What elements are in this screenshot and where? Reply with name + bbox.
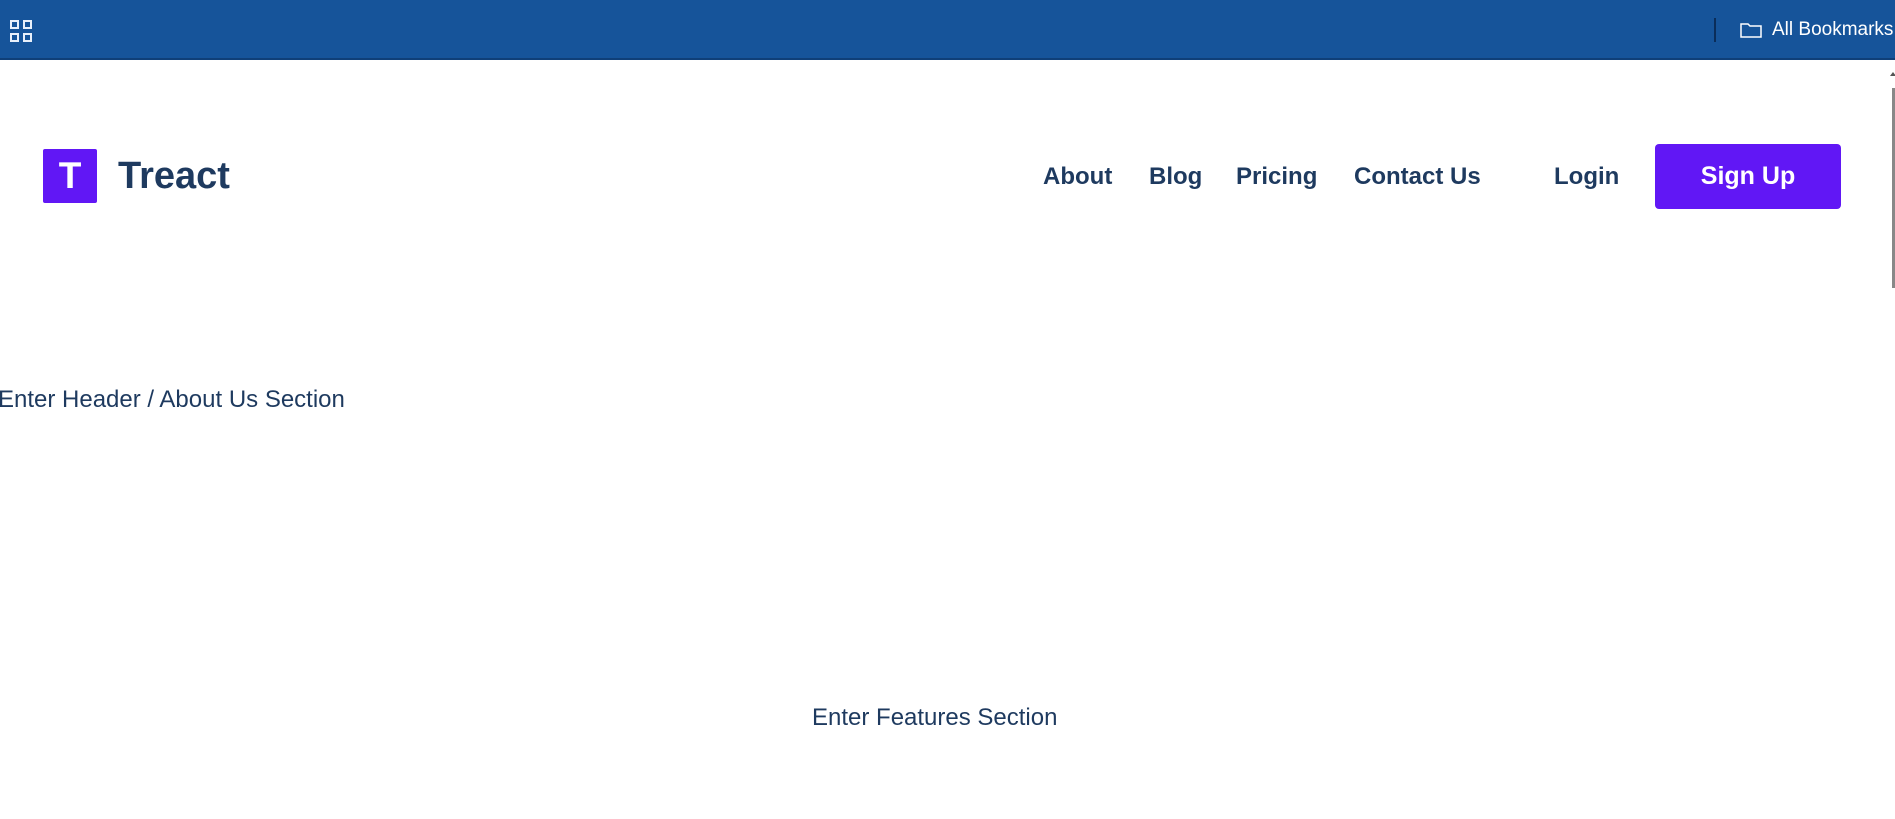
- features-section-placeholder: Enter Features Section: [812, 704, 1058, 731]
- logo-icon[interactable]: T: [43, 149, 97, 203]
- header-section-placeholder: Enter Header / About Us Section: [0, 386, 345, 413]
- folder-icon: [1740, 23, 1762, 38]
- nav-link-contact-us[interactable]: Contact Us: [1354, 160, 1481, 194]
- brand-name[interactable]: Treact: [118, 152, 230, 200]
- nav-link-blog[interactable]: Blog: [1149, 160, 1202, 194]
- nav-link-about[interactable]: About: [1043, 160, 1112, 194]
- nav-link-pricing[interactable]: Pricing: [1236, 160, 1317, 194]
- apps-grid-icon[interactable]: [10, 20, 32, 42]
- bookmarks-bar: All Bookmarks: [0, 0, 1895, 60]
- all-bookmarks-button[interactable]: All Bookmarks: [1740, 17, 1893, 43]
- sign-up-button[interactable]: Sign Up: [1655, 144, 1841, 209]
- all-bookmarks-label: All Bookmarks: [1772, 19, 1894, 40]
- login-link[interactable]: Login: [1554, 160, 1619, 194]
- scroll-up-arrow-icon[interactable]: [1890, 72, 1895, 76]
- bookmarks-divider: [1714, 18, 1716, 42]
